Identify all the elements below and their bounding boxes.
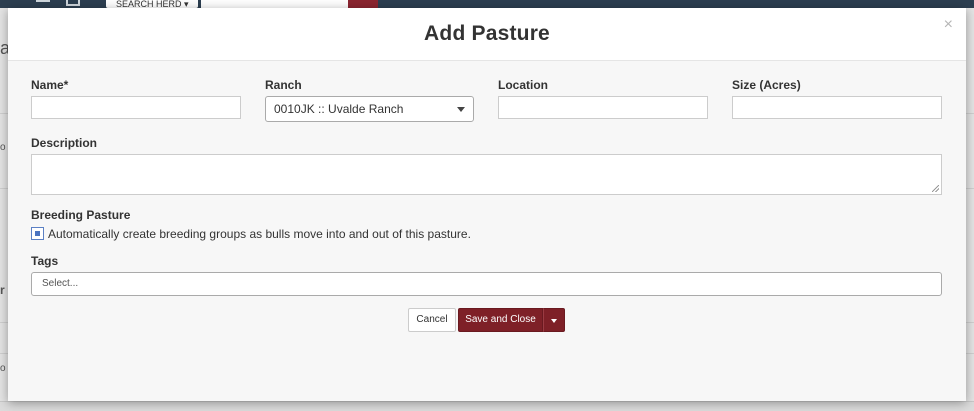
save-and-close-button[interactable]: Save and Close	[458, 308, 543, 332]
tags-label: Tags	[31, 254, 59, 268]
breeding-groups-checkbox-label[interactable]: Automatically create breeding groups as …	[48, 227, 471, 241]
description-textarea[interactable]	[31, 154, 942, 195]
checkbox-checked-icon	[35, 231, 40, 236]
name-label: Name*	[31, 78, 69, 92]
modal-header: Add Pasture ×	[8, 8, 966, 61]
resize-handle-icon[interactable]	[932, 185, 939, 192]
name-input[interactable]	[31, 96, 241, 119]
size-label: Size (Acres)	[732, 78, 801, 92]
bg-text: o	[0, 363, 6, 374]
bg-text: r	[0, 283, 5, 297]
chevron-down-icon	[457, 107, 465, 112]
breeding-pasture-label: Breeding Pasture	[31, 208, 131, 222]
add-pasture-modal: Add Pasture × Name* Ranch 0010JK :: Uval…	[8, 8, 966, 401]
tags-select[interactable]: Select...	[31, 272, 942, 296]
ranch-select-value: 0010JK :: Uvalde Ranch	[274, 102, 404, 116]
grid-icon[interactable]	[66, 0, 80, 6]
search-herd-label: SEARCH HERD	[116, 0, 182, 8]
cancel-button[interactable]: Cancel	[408, 308, 456, 332]
bg-text: o	[0, 142, 6, 153]
menu-icon[interactable]	[36, 0, 50, 6]
size-input[interactable]	[732, 96, 942, 119]
modal-title: Add Pasture	[424, 22, 550, 45]
caret-down-icon	[551, 319, 557, 323]
search-input[interactable]	[201, 0, 348, 8]
description-label: Description	[31, 136, 98, 150]
breeding-groups-checkbox[interactable]	[31, 227, 44, 240]
page-footer-row	[0, 401, 974, 411]
ranch-label: Ranch	[265, 78, 302, 92]
search-herd-dropdown[interactable]: SEARCH HERD ▾	[106, 0, 198, 8]
close-icon[interactable]: ×	[944, 16, 953, 34]
search-button[interactable]	[348, 0, 378, 8]
location-label: Location	[498, 78, 548, 92]
ranch-select[interactable]: 0010JK :: Uvalde Ranch	[265, 96, 474, 122]
location-input[interactable]	[498, 96, 708, 119]
save-options-dropdown-button[interactable]	[543, 308, 565, 332]
